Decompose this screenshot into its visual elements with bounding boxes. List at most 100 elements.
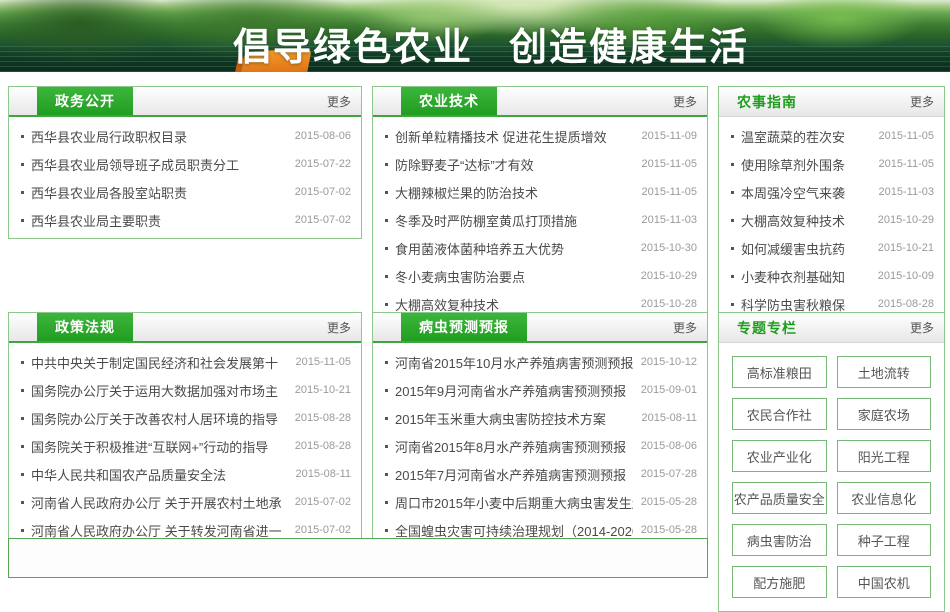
article-date: 2015-10-29 — [641, 270, 697, 282]
article-date: 2015-10-09 — [878, 270, 934, 282]
topic-button-industrialization[interactable]: 农业产业化 — [732, 440, 827, 472]
topic-button-land-transfer[interactable]: 土地流转 — [837, 356, 932, 388]
topic-button-grain-fields[interactable]: 高标准粮田 — [732, 356, 827, 388]
article-date: 2015-07-02 — [295, 496, 351, 508]
article-link[interactable]: 河南省2015年8月水产养殖病害预测预报 — [395, 437, 633, 456]
article-date: 2015-08-11 — [296, 468, 351, 480]
article-link[interactable]: 温室蔬菜的茬次安 — [741, 127, 871, 146]
tab-policies[interactable]: 政策法规 — [37, 313, 133, 341]
list-item: 西华县农业局主要职责 2015-07-02 — [17, 206, 351, 234]
article-date: 2015-11-05 — [642, 158, 697, 170]
topic-button-cooperatives[interactable]: 农民合作社 — [732, 398, 827, 430]
more-link-gov-affairs[interactable]: 更多 — [327, 87, 351, 115]
article-date: 2015-05-28 — [641, 524, 697, 536]
list-item: 防除野麦子“达标”才有效 2015-11-05 — [381, 150, 697, 178]
article-link[interactable]: 河南省人民政府办公厅 关于开展农村土地承 — [31, 493, 287, 512]
bullet-icon — [731, 163, 734, 166]
list-item: 2015年9月河南省水产养殖病害预测预报2015-09-01 — [381, 376, 697, 404]
topic-button-pest-control[interactable]: 病虫害防治 — [732, 524, 827, 556]
article-link[interactable]: 周口市2015年小麦中后期重大病虫害发生趋 — [395, 493, 633, 512]
section-header: 政务公开 更多 — [9, 87, 361, 117]
more-link-farming-guide[interactable]: 更多 — [910, 87, 934, 116]
article-link[interactable]: 西华县农业局行政职权目录 — [31, 127, 287, 146]
banner-slogan-left: 倡导绿色农业 — [233, 16, 473, 71]
topic-button-grid: 高标准粮田 土地流转 农民合作社 家庭农场 农业产业化 阳光工程 农产品质量安全… — [719, 343, 944, 611]
article-link[interactable]: 使用除草剂外围条 — [741, 155, 871, 174]
article-link[interactable]: 中华人民共和国农产品质量安全法 — [31, 465, 288, 484]
list-item: 中华人民共和国农产品质量安全法 2015-08-11 — [17, 460, 351, 488]
bullet-icon — [385, 389, 388, 392]
article-link[interactable]: 防除野麦子“达标”才有效 — [395, 155, 634, 174]
article-date: 2015-08-28 — [295, 440, 351, 452]
tab-agri-tech[interactable]: 农业技术 — [401, 87, 497, 115]
article-date: 2015-11-05 — [879, 158, 934, 170]
bullet-icon — [21, 361, 24, 364]
article-link[interactable]: 2015年7月河南省水产养殖病害预测预报 — [395, 465, 633, 484]
list-item: 中共中央关于制定国民经济和社会发展第十 2015-11-05 — [17, 348, 351, 376]
article-link[interactable]: 科学防虫害秋粮保 — [741, 295, 870, 314]
article-link[interactable]: 西华县农业局主要职责 — [31, 211, 287, 230]
tab-gov-affairs[interactable]: 政务公开 — [37, 87, 133, 115]
more-link-policies[interactable]: 更多 — [327, 313, 351, 341]
article-link[interactable]: 河南省2015年10月水产养殖病害预测预报 — [395, 353, 633, 372]
article-link[interactable]: 创新单粒精播技术 促进花生提质增效 — [395, 127, 634, 146]
article-date: 2015-11-03 — [879, 186, 934, 198]
article-date: 2015-11-05 — [296, 356, 351, 368]
article-date: 2015-07-02 — [295, 214, 351, 226]
article-date: 2015-07-02 — [295, 186, 351, 198]
content-grid: 政务公开 更多 西华县农业局行政职权目录2015-08-06 西华县农业局领导班… — [8, 86, 945, 612]
article-link[interactable]: 2015年玉米重大病虫害防控技术方案 — [395, 409, 634, 428]
article-link[interactable]: 大棚辣椒烂果的防治技术 — [395, 183, 634, 202]
article-link[interactable]: 国务院关于积极推进“互联网+”行动的指导 — [31, 437, 287, 456]
bullet-icon — [21, 473, 24, 476]
article-link[interactable]: 西华县农业局各股室站职责 — [31, 183, 287, 202]
article-link[interactable]: 国务院办公厅关于运用大数据加强对市场主 — [31, 381, 287, 400]
more-link-special-topics[interactable]: 更多 — [910, 313, 934, 342]
more-link-pest-forecast[interactable]: 更多 — [673, 313, 697, 341]
article-link[interactable]: 中共中央关于制定国民经济和社会发展第十 — [31, 353, 288, 372]
pest-forecast-list: 河南省2015年10月水产养殖病害预测预报 2015-10-12 2015年9月河… — [373, 343, 707, 548]
topic-button-agri-informatization[interactable]: 农业信息化 — [837, 482, 932, 514]
bullet-icon — [21, 389, 24, 392]
article-link[interactable]: 食用菌液体菌种培养五大优势 — [395, 239, 633, 258]
list-item: 2015年玉米重大病虫害防控技术方案 2015-08-11 — [381, 404, 697, 432]
topic-button-product-quality[interactable]: 农产品质量安全 — [732, 482, 827, 514]
list-item: 国务院办公厅关于改善农村人居环境的指导2015-08-28 — [17, 404, 351, 432]
article-date: 2015-10-12 — [641, 356, 697, 368]
more-link-agri-tech[interactable]: 更多 — [673, 87, 697, 115]
title-farming-guide: 农事指南 — [737, 87, 797, 116]
article-date: 2015-10-29 — [878, 214, 934, 226]
list-item: 冬小麦病虫害防治要点 2015-10-29 — [381, 262, 697, 290]
article-link[interactable]: 冬季及时严防棚室黄瓜打顶措施 — [395, 211, 634, 230]
topic-button-agri-machinery[interactable]: 中国农机 — [837, 566, 932, 598]
section-header: 病虫预测预报 更多 — [373, 313, 707, 343]
article-link[interactable]: 大棚高效复种技术 — [741, 211, 870, 230]
article-link[interactable]: 小麦种衣剂基础知 — [741, 267, 870, 286]
article-link[interactable]: 2015年9月河南省水产养殖病害预测预报 — [395, 381, 633, 400]
article-link[interactable]: 国务院办公厅关于改善农村人居环境的指导 — [31, 409, 287, 428]
list-item: 河南省2015年8月水产养殖病害预测预报2015-08-06 — [381, 432, 697, 460]
topic-button-family-farms[interactable]: 家庭农场 — [837, 398, 932, 430]
topic-button-formula-fertilization[interactable]: 配方施肥 — [732, 566, 827, 598]
article-date: 2015-08-11 — [642, 412, 697, 424]
article-link[interactable]: 大棚高效复种技术 — [395, 295, 633, 314]
topic-button-sunshine-project[interactable]: 阳光工程 — [837, 440, 932, 472]
topic-button-seed-project[interactable]: 种子工程 — [837, 524, 932, 556]
bullet-icon — [385, 219, 388, 222]
article-link[interactable]: 冬小麦病虫害防治要点 — [395, 267, 633, 286]
article-link[interactable]: 西华县农业局领导班子成员职责分工 — [31, 155, 287, 174]
tab-pest-forecast[interactable]: 病虫预测预报 — [401, 313, 527, 341]
article-date: 2015-07-22 — [295, 158, 351, 170]
bullet-icon — [385, 501, 388, 504]
title-special-topics: 专题专栏 — [737, 313, 797, 342]
article-link[interactable]: 如何减缓害虫抗药 — [741, 239, 870, 258]
article-date: 2015-10-30 — [641, 242, 697, 254]
article-link[interactable]: 全国蝗虫灾害可持续治理规划（2014-2020年 — [395, 521, 633, 540]
bullet-icon — [385, 417, 388, 420]
bullet-icon — [21, 501, 24, 504]
article-date: 2015-11-03 — [642, 214, 697, 226]
list-item: 冬季及时严防棚室黄瓜打顶措施 2015-11-03 — [381, 206, 697, 234]
article-link[interactable]: 河南省人民政府办公厅 关于转发河南省进一 — [31, 521, 287, 540]
section-farming-guide: 农事指南 更多 温室蔬菜的茬次安 2015-11-05 使用除草剂外围条 2015-… — [718, 86, 945, 323]
article-link[interactable]: 本周强冷空气来袭 — [741, 183, 871, 202]
